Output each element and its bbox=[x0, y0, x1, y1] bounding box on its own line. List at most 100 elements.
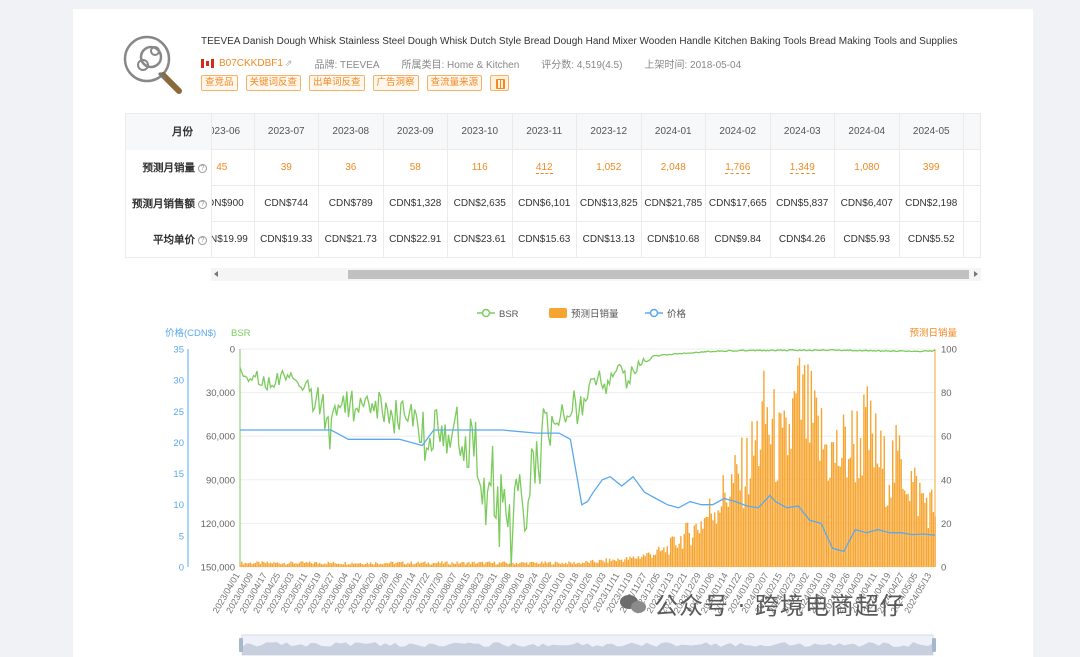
zoom-handle-right[interactable] bbox=[932, 638, 936, 652]
sales-bar bbox=[351, 562, 353, 567]
sales-bar bbox=[597, 562, 599, 567]
sales-bar bbox=[629, 556, 631, 567]
table-row-price: 平均单价? CDN$19.99CDN$19.33CDN$21.73CDN$22.… bbox=[126, 222, 980, 257]
sales-bar bbox=[632, 556, 635, 567]
sales-bar bbox=[349, 564, 351, 567]
scrollbar-thumb[interactable] bbox=[348, 270, 969, 279]
traffic-source-button[interactable]: 查流量来源 bbox=[426, 75, 483, 91]
sales-bar bbox=[507, 563, 509, 567]
sales-bar bbox=[876, 463, 879, 567]
sales-bar bbox=[798, 357, 801, 567]
sales-bar bbox=[524, 562, 526, 567]
sales-bar bbox=[759, 449, 762, 567]
sales-bar bbox=[749, 478, 752, 567]
sales-bar bbox=[751, 421, 753, 567]
sales-bar bbox=[378, 564, 380, 567]
sales-bar bbox=[320, 564, 323, 567]
sales-bar bbox=[485, 562, 487, 567]
sales-bar bbox=[710, 513, 713, 567]
sales-bar bbox=[659, 551, 662, 567]
revenue-cell: CDN$1,328 bbox=[384, 186, 448, 222]
sales-cell[interactable]: 1,052 bbox=[577, 150, 642, 186]
price-cell: CDN$5.52 bbox=[900, 222, 964, 257]
sales-cell[interactable]: 36 bbox=[319, 150, 384, 186]
sales-bar bbox=[707, 516, 709, 567]
sales-bar bbox=[768, 434, 770, 567]
sales-bar bbox=[797, 365, 799, 567]
order-keyword-button[interactable]: 出单词反查 bbox=[309, 75, 365, 91]
sales-bar bbox=[598, 559, 601, 567]
sales-cell[interactable]: 45 bbox=[212, 150, 255, 186]
sales-cell[interactable]: 39 bbox=[255, 150, 319, 186]
sales-bar bbox=[388, 563, 390, 567]
sales-cell[interactable]: 399 bbox=[900, 150, 964, 186]
sales-bar bbox=[366, 562, 368, 567]
ad-insight-button[interactable]: 广告洞察 bbox=[372, 75, 419, 91]
legend-label: 预测日销量 bbox=[571, 308, 619, 320]
sales-bar bbox=[554, 561, 557, 567]
sales-bar bbox=[273, 562, 275, 567]
month-cell: 2023-08 bbox=[319, 114, 384, 150]
sales-bar bbox=[376, 563, 379, 567]
sales-cell[interactable]: 2,048 bbox=[642, 150, 706, 186]
sales-bar bbox=[303, 563, 306, 567]
sales-bar bbox=[297, 563, 299, 567]
sales-bar bbox=[720, 506, 723, 567]
zoom-handle-left[interactable] bbox=[239, 638, 243, 652]
price-cell: CDN$23.61 bbox=[448, 222, 513, 257]
legend-marker bbox=[649, 308, 659, 318]
sales-cell[interactable]: 116 bbox=[448, 150, 513, 186]
sales-cell[interactable]: 1,349 bbox=[771, 150, 835, 186]
sales-bar bbox=[649, 554, 652, 567]
category-text: 所属类目: Home & Kitchen bbox=[401, 60, 520, 71]
sales-bar bbox=[369, 562, 372, 567]
sales-bar bbox=[541, 561, 543, 567]
sales-cell[interactable]: 58 bbox=[384, 150, 448, 186]
sales-bar bbox=[912, 482, 914, 567]
sales-bar bbox=[729, 496, 731, 567]
sales-bar bbox=[568, 561, 570, 567]
sales-bar bbox=[637, 556, 640, 567]
sales-bar bbox=[249, 562, 251, 567]
sales-tick-label: 20 bbox=[941, 519, 952, 530]
sales-bar bbox=[276, 562, 279, 567]
sales-bar bbox=[415, 562, 418, 567]
sales-bar bbox=[252, 563, 255, 567]
scroll-right-icon[interactable] bbox=[974, 271, 978, 277]
canada-flag-icon bbox=[201, 59, 214, 68]
sales-bar bbox=[566, 564, 568, 567]
sales-bar bbox=[373, 564, 375, 567]
price-cell: CDN$10.68 bbox=[642, 222, 706, 257]
calculator-icon[interactable] bbox=[490, 75, 510, 91]
sales-bar bbox=[537, 564, 540, 567]
table-horizontal-scrollbar[interactable] bbox=[211, 268, 981, 281]
competitor-button[interactable]: 查竞品 bbox=[201, 75, 238, 91]
product-panel: TEEVEA Danish Dough Whisk Stainless Stee… bbox=[73, 9, 1033, 657]
keyword-reverse-button[interactable]: 关键词反查 bbox=[245, 75, 302, 91]
sales-bar bbox=[868, 450, 870, 567]
asin-link[interactable]: B07CKKDBF1 bbox=[219, 58, 283, 69]
sales-bar bbox=[678, 543, 680, 567]
sales-cell[interactable]: 1,080 bbox=[835, 150, 900, 186]
sales-bar bbox=[346, 564, 348, 567]
sales-bar bbox=[746, 437, 748, 567]
sales-bar bbox=[853, 443, 855, 567]
sales-bar bbox=[812, 422, 814, 567]
sales-bar bbox=[397, 562, 399, 567]
sales-cell[interactable]: 1,766 bbox=[706, 150, 771, 186]
sales-bar bbox=[634, 558, 636, 567]
product-title[interactable]: TEEVEA Danish Dough Whisk Stainless Stee… bbox=[201, 36, 958, 47]
sales-bar bbox=[719, 512, 721, 567]
revenue-cell: CDN$6,407 bbox=[835, 186, 900, 222]
sales-bar bbox=[898, 435, 901, 567]
sales-bar bbox=[393, 564, 396, 567]
scroll-left-icon[interactable] bbox=[214, 271, 218, 277]
sales-bar bbox=[698, 533, 701, 567]
sales-cell[interactable]: 412 bbox=[513, 150, 577, 186]
sales-bar bbox=[356, 563, 358, 567]
external-link-icon[interactable]: ⇗ bbox=[285, 58, 293, 69]
sales-bar bbox=[712, 520, 714, 567]
sales-tick-label: 0 bbox=[941, 563, 946, 574]
sales-bar bbox=[917, 516, 919, 567]
sales-bar bbox=[641, 556, 643, 567]
